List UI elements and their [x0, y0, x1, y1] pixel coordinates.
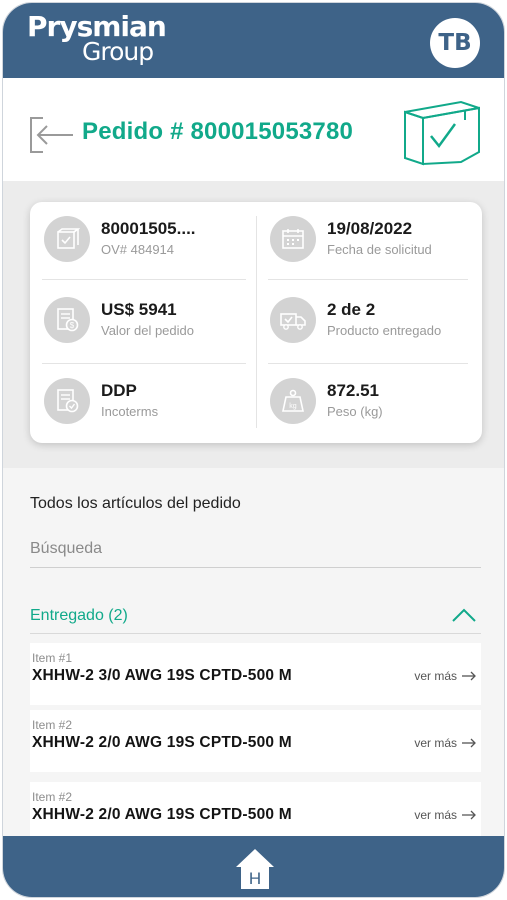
truck-check-icon: [270, 297, 316, 343]
arrow-right-icon: [462, 738, 476, 748]
summary-value: 2 de 2: [327, 300, 376, 319]
summary-label: Peso (kg): [327, 404, 383, 419]
summary-value: 19/08/2022: [327, 219, 413, 238]
box-check-icon: [44, 216, 90, 262]
svg-text:kg: kg: [289, 403, 297, 410]
back-arrow-icon[interactable]: [29, 115, 75, 155]
summary-weight: kg 872.51 Peso (kg): [256, 364, 482, 444]
summary-order-value: $ US$ 5941 Valor del pedido: [30, 283, 256, 363]
weight-kg-icon: kg: [270, 378, 316, 424]
item-name: XHHW-2 2/0 AWG 19S CPTD-500 M: [32, 734, 292, 751]
see-more-label: ver más: [414, 669, 457, 683]
see-more-label: ver más: [414, 808, 457, 822]
bottom-nav: H: [3, 836, 504, 897]
app-header: Prysmian Group TB: [3, 3, 504, 78]
search-input[interactable]: [30, 530, 481, 568]
item-number: Item #2: [32, 718, 73, 732]
group-title: Entregado (2): [30, 607, 128, 624]
summary-label: Incoterms: [101, 404, 159, 419]
item-name: XHHW-2 2/0 AWG 19S CPTD-500 M: [32, 806, 292, 823]
see-more-link[interactable]: ver más: [414, 669, 477, 683]
item-number: Item #1: [32, 651, 73, 665]
list-item: Item #2 XHHW-2 2/0 AWG 19S CPTD-500 M ve…: [30, 782, 481, 844]
summary-label: Valor del pedido: [101, 323, 194, 338]
chevron-up-icon[interactable]: [451, 607, 477, 623]
calendar-icon: [270, 216, 316, 262]
summary-delivered-products: 2 de 2 Producto entregado: [256, 283, 482, 363]
summary-request-date: 19/08/2022 Fecha de solicitud: [256, 202, 482, 282]
delivered-group-header[interactable]: Entregado (2): [30, 601, 481, 634]
summary-incoterms: DDP Incoterms: [30, 364, 256, 444]
item-name: XHHW-2 3/0 AWG 19S CPTD-500 M: [32, 667, 292, 684]
arrow-right-icon: [462, 671, 476, 681]
see-more-link[interactable]: ver más: [414, 808, 477, 822]
svg-text:$: $: [70, 321, 75, 330]
avatar[interactable]: TB: [430, 18, 480, 68]
summary-label: Fecha de solicitud: [327, 242, 432, 257]
item-number: Item #2: [32, 790, 73, 804]
summary-order-number: 80001505.... OV# 484914: [30, 202, 256, 282]
arrow-right-icon: [462, 810, 476, 820]
list-item: Item #1 XHHW-2 3/0 AWG 19S CPTD-500 M ve…: [30, 643, 481, 705]
box-check-icon: [404, 100, 480, 166]
summary-label: Producto entregado: [327, 323, 442, 338]
items-section-title: Todos los artículos del pedido: [30, 495, 241, 512]
see-more-link[interactable]: ver más: [414, 736, 477, 750]
prysmian-logo: Prysmian Group: [27, 13, 167, 65]
summary-value: 872.51: [327, 381, 379, 400]
summary-value: DDP: [101, 381, 137, 400]
home-letter: H: [249, 869, 261, 888]
list-item: Item #2 XHHW-2 2/0 AWG 19S CPTD-500 M ve…: [30, 710, 481, 772]
summary-value: US$ 5941: [101, 300, 177, 319]
see-more-label: ver más: [414, 736, 457, 750]
summary-value: 80001505....: [101, 219, 196, 238]
phone-frame: Prysmian Group TB Pedido # 800015053780: [2, 2, 505, 898]
certificate-icon: [44, 378, 90, 424]
invoice-dollar-icon: $: [44, 297, 90, 343]
summary-label: OV# 484914: [101, 242, 175, 257]
order-title-bar: Pedido # 800015053780: [3, 78, 504, 181]
page-title: Pedido # 800015053780: [82, 118, 354, 145]
home-icon[interactable]: H: [234, 847, 276, 891]
order-summary-card: 80001505.... OV# 484914 19/08/2022 Fecha…: [30, 202, 482, 443]
